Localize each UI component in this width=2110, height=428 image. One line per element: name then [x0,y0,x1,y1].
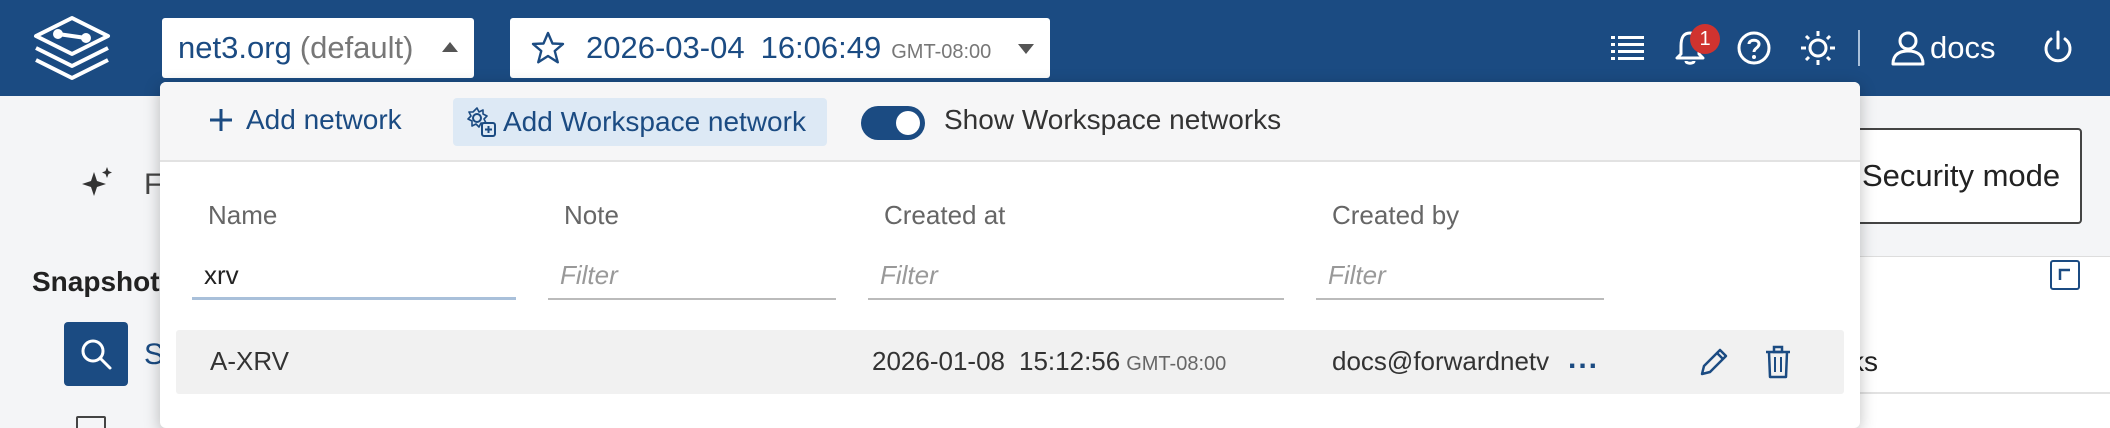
name-filter-input[interactable]: xrv [192,260,516,300]
trash-icon[interactable] [1760,344,1796,380]
created-by-filter-input[interactable]: Filter [1316,260,1604,300]
more-button[interactable]: ... [1568,342,1599,376]
snapshot-time: 16:06:49 [760,30,882,65]
row-created-by: docs@forwardnetv [1332,346,1550,376]
workspace-gear-icon [467,107,496,137]
corner-arrow-icon [2058,268,2070,280]
user-icon[interactable] [1888,28,1928,68]
add-workspace-network-button[interactable]: Add Workspace network [453,98,827,146]
column-header-created-by[interactable]: Created by [1332,200,1459,231]
app-logo-icon[interactable] [28,14,116,82]
network-selector[interactable]: net3.org (default) [162,18,474,78]
snapshot-time-selector[interactable]: 2026-03-04 16:06:49 GMT-08:00 [510,18,1050,78]
search-icon [81,339,112,370]
snapshot-date: 2026-03-04 [586,30,745,65]
username[interactable]: docs [1930,30,1995,66]
background-divider [1840,392,2110,394]
row-created-timezone: GMT-08:00 [1126,353,1227,375]
row-name: A-XRV [210,346,289,376]
star-icon[interactable] [530,30,566,66]
network-name: net3.org [178,30,292,65]
expand-corner-icon[interactable] [2050,260,2080,290]
add-workspace-network-label: Add Workspace network [503,106,806,137]
created-at-filter-input[interactable]: Filter [868,260,1284,300]
header-divider [1858,30,1860,66]
add-network-button[interactable]: Add network [208,104,402,136]
caret-down-icon [1018,44,1034,54]
toggle-knob [896,111,920,135]
notification-badge: 1 [1690,24,1720,54]
sparkle-icon[interactable] [76,164,116,204]
show-workspace-networks-label: Show Workspace networks [944,104,1282,135]
theme-toggle-icon[interactable] [1798,28,1838,68]
plus-icon [210,109,232,131]
edit-icon[interactable] [1696,344,1732,380]
snapshot-timezone: GMT-08:00 [891,40,992,63]
list-icon[interactable] [1608,28,1648,68]
note-filter-input[interactable]: Filter [548,260,836,300]
help-icon[interactable] [1734,28,1774,68]
add-network-label: Add network [246,104,402,135]
keyboard-icon [76,416,106,428]
security-mode-button[interactable]: Security mode [1848,128,2082,224]
network-default-label: (default) [299,30,414,65]
show-workspace-networks-toggle[interactable] [861,106,925,140]
snapshot-heading: Snapshot [32,266,160,297]
column-header-name[interactable]: Name [208,200,277,231]
row-created-time: 15:12:56 [1019,346,1121,376]
power-icon[interactable] [2038,28,2078,68]
column-header-note[interactable]: Note [564,200,619,231]
column-header-created-at[interactable]: Created at [884,200,1005,231]
row-created-date: 2026-01-08 [872,346,1005,376]
row-created-at: 2026-01-08 15:12:56 GMT-08:00 [872,346,1226,377]
table-row[interactable]: A-XRV 2026-01-08 15:12:56 GMT-08:00 docs@f… [176,330,1844,394]
caret-up-icon [442,42,458,52]
network-dropdown-panel: Add network Add Workspace network Show W… [160,82,1860,428]
dropdown-toolbar: Add network Add Workspace network Show W… [160,82,1860,162]
search-button[interactable] [64,322,128,386]
